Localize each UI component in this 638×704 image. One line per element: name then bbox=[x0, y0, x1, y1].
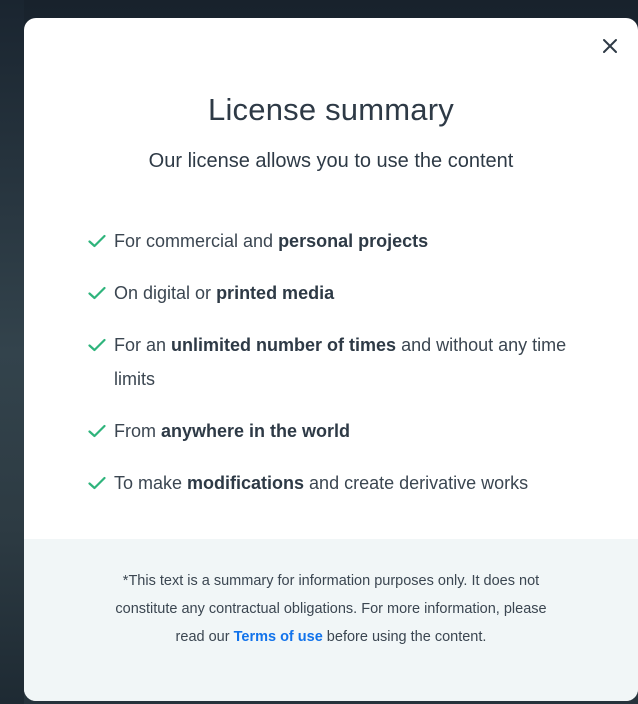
license-item-prefix: On digital or bbox=[114, 283, 217, 303]
license-item-personal-projects: For commercial and personal projects bbox=[88, 224, 588, 258]
check-icon bbox=[88, 476, 106, 490]
license-summary-modal: License summary Our license allows you t… bbox=[24, 18, 638, 701]
license-item-bold: anywhere in the world bbox=[161, 421, 351, 441]
license-list: For commercial and personal projects On … bbox=[88, 224, 588, 518]
license-item-modifications: To make modifications and create derivat… bbox=[88, 466, 588, 500]
license-item-bold: personal projects bbox=[278, 231, 429, 251]
license-item-unlimited-times: For an unlimited number of times and wit… bbox=[88, 328, 588, 396]
backdrop-edge bbox=[0, 0, 24, 704]
license-item-bold: unlimited number of times bbox=[171, 335, 397, 355]
license-item-suffix: and create derivative works bbox=[304, 473, 529, 493]
check-icon bbox=[88, 338, 106, 352]
close-button[interactable] bbox=[600, 36, 620, 56]
license-item-anywhere: From anywhere in the world bbox=[88, 414, 588, 448]
license-item-bold: modifications bbox=[187, 473, 305, 493]
license-item-prefix: To make bbox=[114, 473, 188, 493]
modal-subtitle: Our license allows you to use the conten… bbox=[148, 150, 514, 172]
license-item-prefix: For an bbox=[114, 335, 172, 355]
license-item-prefix: From bbox=[114, 421, 161, 441]
license-item-printed-media: On digital or printed media bbox=[88, 276, 588, 310]
check-icon bbox=[88, 424, 106, 438]
modal-footer: *This text is a summary for information … bbox=[24, 539, 638, 701]
check-icon bbox=[88, 234, 106, 248]
disclaimer-text-after: before using the content. bbox=[322, 629, 487, 645]
modal-title: License summary bbox=[208, 92, 454, 127]
check-icon bbox=[88, 286, 106, 300]
terms-of-use-link[interactable]: Terms of use bbox=[234, 629, 323, 645]
license-item-bold: printed media bbox=[216, 283, 335, 303]
license-item-prefix: For commercial and bbox=[114, 231, 279, 251]
close-icon bbox=[603, 39, 617, 53]
disclaimer-text: *This text is a summary for information … bbox=[104, 567, 558, 651]
